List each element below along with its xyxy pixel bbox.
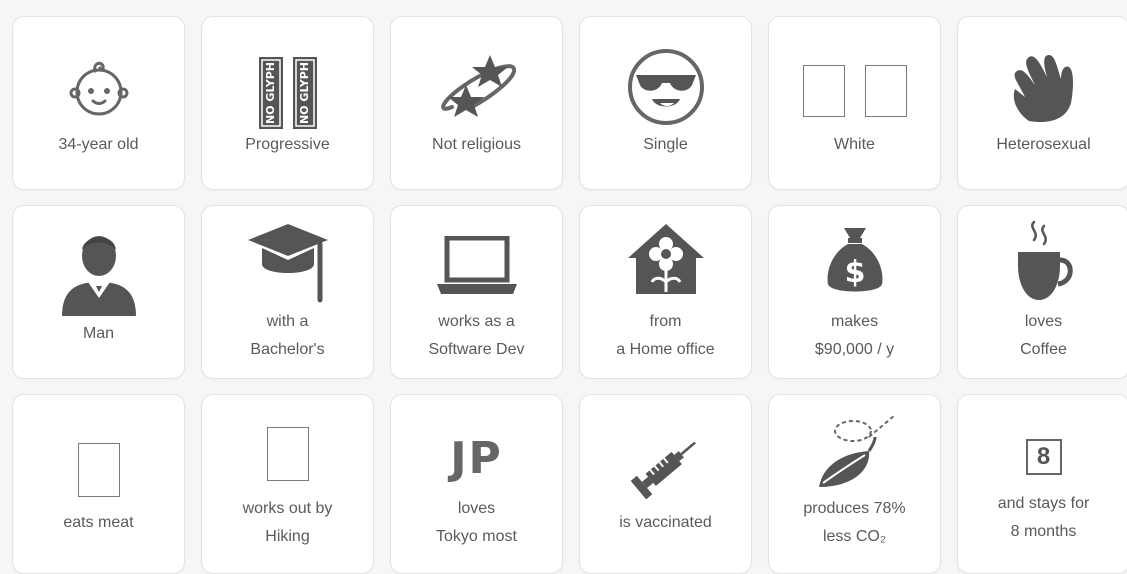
card-income[interactable]: $ makes $90,000 / y	[768, 205, 941, 379]
card-gender[interactable]: Man	[12, 205, 185, 379]
glyph-text: NO GLYPH	[298, 62, 311, 124]
card-label: eats meat	[63, 514, 134, 531]
house-flower-icon	[580, 222, 751, 296]
empty-glyph-box-icon	[202, 427, 373, 481]
card-label: 34-year old	[58, 136, 139, 153]
card-label-line1: from	[649, 313, 682, 330]
card-religion[interactable]: Not religious	[390, 16, 563, 190]
card-politics[interactable]: NO GLYPH NO GLYPH Progressive	[201, 16, 374, 190]
card-label-line1: with a	[266, 313, 309, 330]
svg-text:$: $	[844, 255, 865, 290]
card-occupation[interactable]: works as a Software Dev	[390, 205, 563, 379]
baby-face-icon	[13, 57, 184, 119]
laptop-icon	[391, 236, 562, 294]
card-label: Heterosexual	[996, 136, 1091, 153]
card-label: Single	[643, 136, 688, 153]
card-label-line2: Software Dev	[428, 341, 525, 358]
card-label-line2: Hiking	[265, 528, 310, 545]
sunglasses-face-icon	[580, 47, 751, 127]
card-label-line1: makes	[830, 313, 879, 330]
card-exercise[interactable]: works out by Hiking	[201, 394, 374, 574]
graduation-cap-icon	[202, 222, 373, 304]
card-age[interactable]: 34-year old	[12, 16, 185, 190]
card-label-line2: Coffee	[1020, 341, 1067, 358]
calendar-number-icon: 8	[958, 439, 1127, 475]
card-location[interactable]: from a Home office	[579, 205, 752, 379]
country-code: JP	[450, 433, 503, 484]
card-label-line2: Bachelor's	[250, 341, 325, 358]
card-label-line1: loves	[1024, 313, 1063, 330]
card-label-line2: a Home office	[616, 341, 715, 358]
card-label-line2: $90,000 / y	[814, 341, 895, 358]
coffee-cup-icon	[958, 220, 1127, 302]
card-city[interactable]: JP loves Tokyo most	[390, 394, 563, 574]
card-label-line2: Tokyo most	[436, 528, 517, 545]
card-orientation[interactable]: Heterosexual	[957, 16, 1127, 190]
card-label: Progressive	[245, 136, 330, 153]
stars-orbit-icon	[391, 53, 562, 125]
glyph-text: NO GLYPH	[264, 62, 277, 124]
card-label: Man	[82, 325, 115, 342]
card-drink[interactable]: loves Coffee	[957, 205, 1127, 379]
card-relationship[interactable]: Single	[579, 16, 752, 190]
card-label: Not religious	[432, 136, 521, 153]
card-stay[interactable]: 8 and stays for 8 months	[957, 394, 1127, 574]
card-label-line1: and stays for	[997, 495, 1090, 512]
card-label-line1: loves	[457, 500, 496, 517]
empty-glyph-box-icon	[13, 443, 184, 497]
card-label-line1: works out by	[242, 500, 333, 517]
card-ethnicity[interactable]: White	[768, 16, 941, 190]
card-label-line2: 8 months	[1010, 523, 1077, 540]
money-bag-icon: $	[769, 224, 940, 296]
syringe-icon	[580, 429, 751, 505]
card-label-line2: less CO₂	[822, 528, 887, 545]
card-education[interactable]: with a Bachelor's	[201, 205, 374, 379]
card-label: is vaccinated	[619, 514, 712, 531]
waving-hand-icon	[958, 51, 1127, 123]
leaf-icon	[769, 411, 940, 491]
stay-number: 8	[1025, 439, 1062, 475]
man-silhouette-icon	[13, 226, 184, 316]
card-diet[interactable]: eats meat	[12, 394, 185, 574]
empty-glyph-box-icon	[769, 65, 940, 117]
missing-glyph-icon: NO GLYPH NO GLYPH	[202, 57, 373, 129]
card-label-line1: works as a	[438, 313, 515, 330]
card-vaccination[interactable]: is vaccinated	[579, 394, 752, 574]
card-label-line1: produces 78%	[803, 500, 906, 517]
card-label: White	[834, 136, 875, 153]
card-emissions[interactable]: produces 78% less CO₂	[768, 394, 941, 574]
country-code-text: JP	[391, 433, 562, 484]
